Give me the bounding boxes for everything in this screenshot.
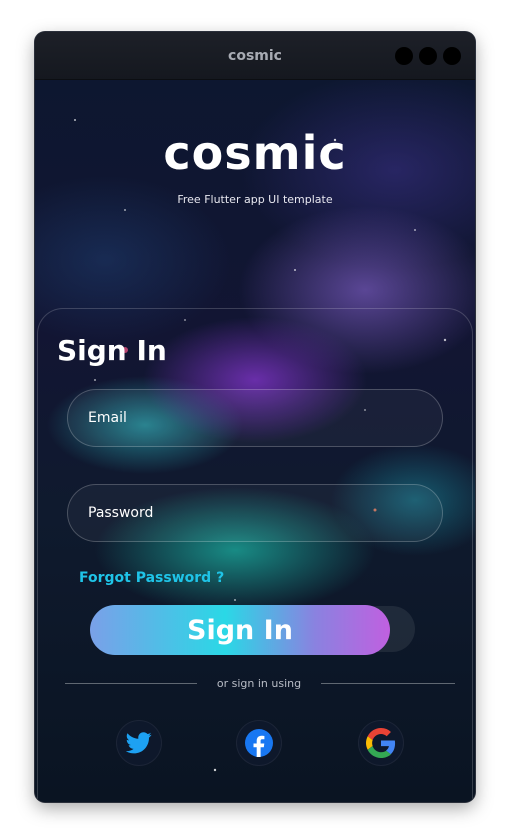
divider-left [65,683,197,684]
password-field[interactable] [67,484,443,542]
twitter-icon [126,732,152,754]
email-input[interactable] [68,390,442,446]
close-button[interactable] [443,47,461,65]
maximize-button[interactable] [419,47,437,65]
app-subtitle: Free Flutter app UI template [177,193,333,206]
app-window: cosmic cosmic Free Flutter app UI templa… [35,32,475,802]
twitter-button[interactable] [116,720,162,766]
title-bar[interactable]: cosmic [35,32,475,80]
facebook-button[interactable] [236,720,282,766]
divider-text: or sign in using [216,677,302,690]
forgot-password-link[interactable]: Forgot Password ? [79,570,224,586]
window-title: cosmic [228,47,282,64]
email-field[interactable] [67,389,443,447]
google-icon [366,728,396,758]
google-button[interactable] [358,720,404,766]
facebook-icon [245,729,273,757]
minimize-button[interactable] [395,47,413,65]
signin-heading: Sign In [57,334,167,367]
window-controls [395,47,461,65]
divider-right [321,683,455,684]
signin-button[interactable]: Sign In [90,605,390,655]
app-logo: cosmic [163,126,347,180]
password-input[interactable] [68,485,442,541]
